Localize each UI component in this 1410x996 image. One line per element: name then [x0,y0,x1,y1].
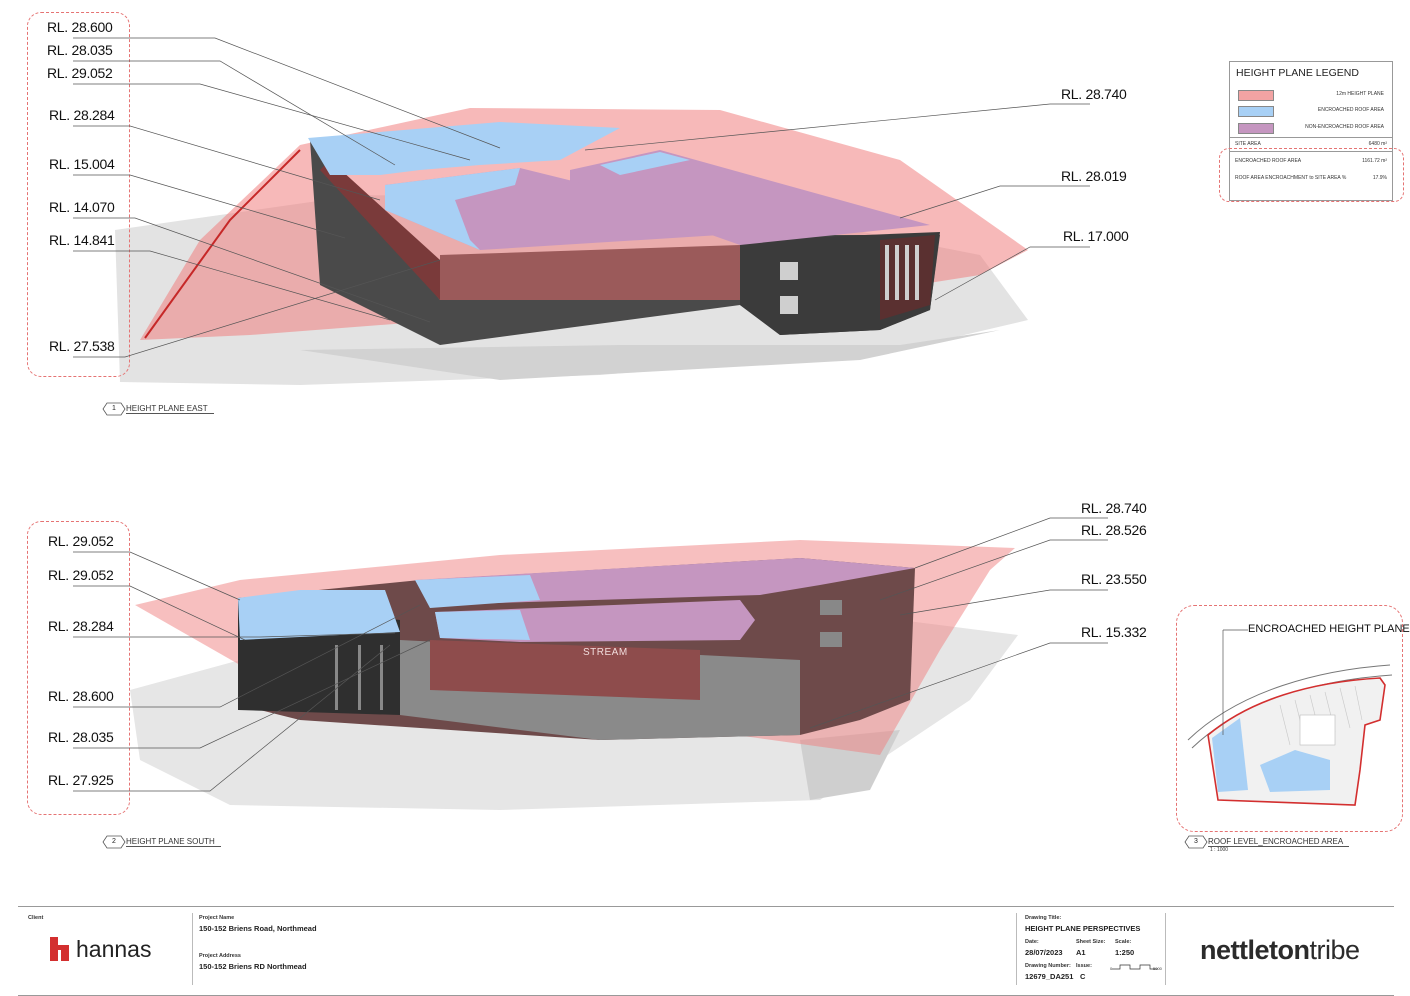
date: 28/07/2023 [1025,948,1063,957]
legend-divider [1230,137,1392,138]
scale-label: Scale: [1115,939,1132,945]
architect-logo: nettletontribe [1200,935,1360,966]
hannas-logo: hannas [50,936,160,963]
rl-label: RL. 28.035 [47,42,113,58]
divider [1016,913,1017,985]
rl-label: RL. 23.550 [1081,571,1147,587]
project-address: 150-152 Briens RD Northmead [199,962,307,971]
legend-label: ENCROACHED ROOF AREA [1317,107,1384,113]
view-title: HEIGHT PLANE EAST [126,404,214,414]
view-number: 3 [1194,838,1198,845]
legend-item: NON-ENCROACHED ROOF AREA [1238,123,1388,135]
scale-bar-start: 0 [1110,966,1113,971]
architect-name-part1: nettleton [1200,935,1310,965]
rl-label: RL. 14.070 [49,199,115,215]
project-name: 150-152 Briens Road, Northmead [199,924,317,933]
drawing-number: 12679_DA251 [1025,972,1074,981]
rl-label: RL. 28.284 [48,618,114,634]
view-title: ROOF LEVEL_ENCROACHED AREA [1208,837,1350,847]
view-number: 2 [112,838,116,845]
issue-label: Issue: [1076,963,1092,969]
rl-label: RL. 27.925 [48,772,114,788]
date-label: Date: [1025,939,1039,945]
title-block: Client hannas Project Name 150-152 Brien… [18,906,1394,996]
sheet-size: A1 [1076,948,1086,957]
roof-plan-drawing [1187,629,1393,806]
view-title: HEIGHT PLANE SOUTH [126,837,221,847]
rl-label: RL. 28.600 [47,19,113,35]
scale-bar-end: 5000 [1153,966,1162,971]
rl-label: RL. 28.740 [1061,86,1127,102]
rl-label: RL. 29.052 [47,65,113,81]
legend-title: HEIGHT PLANE LEGEND [1236,67,1359,79]
rl-label: RL. 29.052 [48,567,114,583]
divider [1165,913,1166,985]
legend-item: 12m HEIGHT PLANE [1238,90,1388,102]
legend-label: NON-ENCROACHED ROOF AREA [1305,124,1384,130]
client-name: hannas [76,936,152,962]
scale: 1:250 [1115,948,1135,957]
drawing-title-label: Drawing Title: [1025,915,1062,921]
rl-label: RL. 17.000 [1063,228,1129,244]
legend-swatch [1238,106,1274,117]
leader-lines [73,37,1090,358]
sheet-size-label: Sheet Size: [1076,939,1106,945]
rl-label: RL. 15.332 [1081,624,1147,640]
rl-label: RL. 28.035 [48,729,114,745]
drawing-number-label: Drawing Number: [1025,963,1071,969]
rl-label: RL. 28.019 [1061,168,1127,184]
site-area-label: SITE AREA [1235,141,1261,147]
view-number: 1 [112,405,116,412]
hannas-logo-mark [50,937,69,961]
revision-cloud [1219,148,1404,202]
drawing-title: HEIGHT PLANE PERSPECTIVES [1025,924,1141,933]
legend-swatch [1238,90,1274,101]
site-area-value: 6480 m² [1368,141,1387,147]
divider [192,913,193,985]
legend-swatch [1238,123,1274,134]
rl-label: RL. 28.740 [1081,500,1147,516]
view-scale-note: 1 : 1000 [1210,847,1229,853]
legend-item: ENCROACHED ROOF AREA [1238,106,1388,118]
rl-label: RL. 15.004 [49,156,115,172]
project-address-label: Project Address [199,953,241,959]
rl-label: RL. 28.526 [1081,522,1147,538]
rl-label: RL. 27.538 [49,338,115,354]
issue: C [1080,972,1086,981]
client-label: Client [28,915,44,921]
encroached-height-plane-callout: ENCROACHED HEIGHT PLANE [1248,623,1410,635]
rl-label: RL. 28.600 [48,688,114,704]
rl-label: RL. 14.841 [49,232,115,248]
architect-name-part2: tribe [1309,935,1361,965]
project-name-label: Project Name [199,915,235,921]
rl-label: RL. 29.052 [48,533,114,549]
rl-label: RL. 28.284 [49,107,115,123]
legend-label: 12m HEIGHT PLANE [1336,91,1384,97]
